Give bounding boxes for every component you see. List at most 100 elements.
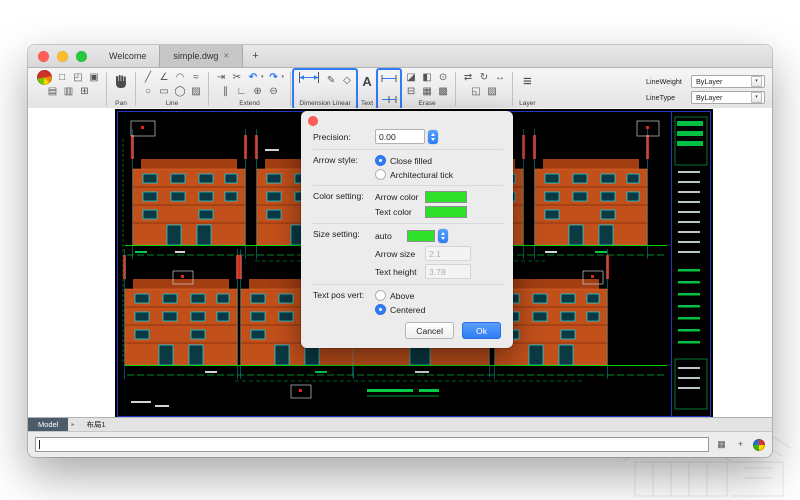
color-setting-label: Color setting: — [313, 191, 375, 201]
lineweight-dropdown[interactable]: ByLayer ▾ — [691, 75, 765, 88]
plot-icon[interactable]: ▥ — [63, 85, 75, 98]
new-file-icon[interactable]: □ — [56, 71, 68, 84]
grid-icon[interactable]: ▦ — [421, 85, 433, 98]
paint-icon[interactable]: ◧ — [421, 71, 433, 84]
tab-drawing[interactable]: simple.dwg ✕ — [159, 45, 243, 67]
match-properties-icon[interactable]: ⊟ — [405, 85, 417, 98]
radio-close-filled[interactable] — [375, 155, 386, 166]
close-window-button[interactable] — [38, 51, 49, 62]
arrow-color-swatch[interactable] — [425, 191, 467, 203]
layer-group: ≡ Layer — [515, 69, 540, 109]
crosshair-add-icon[interactable]: + — [734, 438, 747, 451]
ok-button[interactable]: Ok — [462, 322, 501, 339]
dimension-label: Dimension Linear — [299, 100, 350, 108]
radio-architectural-tick[interactable] — [375, 169, 386, 180]
extend-group: ⇥ ✂ ↶ ▾ ↷ ▾ ∥ ∟ ⊕ ⊖ Extend — [211, 69, 288, 109]
precision-field[interactable]: 0.00 — [375, 129, 425, 144]
line-icon[interactable]: ╱ — [142, 71, 154, 84]
linetype-dropdown-arrow-icon[interactable]: ▾ — [751, 92, 762, 103]
text-icon[interactable]: A — [362, 70, 371, 92]
size-setting-label: Size setting: — [313, 229, 375, 239]
erase-icon[interactable]: ◪ — [405, 71, 417, 84]
arc-icon[interactable]: ◠ — [174, 71, 186, 84]
radio-above[interactable] — [375, 290, 386, 301]
dim-continue-icon[interactable] — [381, 91, 397, 109]
trim-icon[interactable]: ✂ — [231, 71, 243, 84]
pan-icon[interactable] — [113, 70, 129, 92]
zoom-window-button[interactable] — [76, 51, 87, 62]
radio-centered[interactable] — [375, 304, 386, 315]
hatch-icon[interactable]: ▨ — [190, 85, 202, 98]
print-icon[interactable]: ▤ — [47, 85, 59, 98]
dimension-edit-icon[interactable]: ✎ — [325, 74, 337, 87]
lineweight-label: LineWeight — [646, 77, 686, 86]
spline-icon[interactable]: ≈ — [190, 71, 202, 84]
centered-label: Centered — [390, 305, 425, 315]
extend-label: Extend — [239, 100, 260, 108]
architectural-tick-label: Architectural tick — [390, 170, 453, 180]
tab-close-icon[interactable]: ✕ — [223, 52, 229, 60]
save-icon[interactable]: ▣ — [88, 71, 100, 84]
text-group: A Text — [357, 69, 377, 109]
arrow-color-label: Arrow color — [375, 192, 425, 202]
extend-icon[interactable]: ⇥ — [215, 71, 227, 84]
text-height-field[interactable]: 3.78 — [425, 264, 471, 279]
erase-group: ◪ ◧ ⊙ ⊟ ▦ ▩ Erase — [401, 69, 453, 109]
mirror-icon[interactable]: ⇄ — [462, 71, 474, 84]
rectangle-icon[interactable]: ▭ — [158, 85, 170, 98]
size-mode-stepper[interactable] — [438, 229, 448, 243]
print-preview-icon[interactable]: ⊞ — [79, 85, 91, 98]
zoom-out-icon[interactable]: ⊖ — [268, 85, 280, 98]
size-mode-value: auto — [375, 231, 407, 241]
scale-icon[interactable]: ◱ — [470, 85, 482, 98]
pan-group: Pan — [109, 69, 133, 109]
line-style-block: LineWeight ByLayer ▾ LineType ByLayer ▾ — [646, 69, 767, 109]
linetype-dropdown[interactable]: ByLayer ▾ — [691, 91, 765, 104]
modify-group: ⇄ ↻ ↔ ◱ ▧ — [458, 69, 510, 109]
offset-icon[interactable]: ∥ — [220, 85, 232, 98]
minimize-window-button[interactable] — [57, 51, 68, 62]
line-group: ╱ ∠ ◠ ≈ ○ ▭ ◯ ▨ Line — [138, 69, 206, 109]
dimension-style-icon[interactable]: ◇ — [341, 74, 353, 87]
tab-model[interactable]: Model — [28, 418, 68, 431]
dimension-align-group — [377, 69, 401, 109]
app-window: Welcome simple.dwg ✕ + □ ◰ ▣ ▤ ▥ ⊞ — [28, 45, 772, 457]
tab-layout1[interactable]: 布局1 — [77, 418, 114, 431]
cancel-button[interactable]: Cancel — [405, 322, 454, 339]
redo-icon[interactable]: ↷ — [268, 71, 280, 84]
snap-icon[interactable]: ▩ — [437, 85, 449, 98]
array-icon[interactable]: ▧ — [486, 85, 498, 98]
command-input[interactable] — [35, 437, 709, 452]
tab-welcome-label: Welcome — [109, 51, 146, 61]
arrow-size-field[interactable]: 2.1 — [425, 246, 471, 261]
move-icon[interactable]: ↔ — [494, 71, 506, 84]
line-label: Line — [166, 100, 178, 108]
text-color-swatch[interactable] — [425, 206, 467, 218]
layer-label: Layer — [519, 100, 536, 108]
polyline-icon[interactable]: ∠ — [158, 71, 170, 84]
lineweight-dropdown-arrow-icon[interactable]: ▾ — [751, 76, 762, 87]
ellipse-icon[interactable]: ◯ — [174, 85, 186, 98]
precision-stepper[interactable] — [428, 130, 438, 144]
circle-icon[interactable]: ○ — [142, 85, 154, 98]
undo-icon[interactable]: ↶ — [247, 71, 259, 84]
new-tab-button[interactable]: + — [243, 45, 267, 67]
layer-icon[interactable]: ≡ — [523, 70, 532, 92]
redo-dropdown-icon[interactable]: ▾ — [282, 74, 285, 80]
dimension-linear-icon[interactable] — [297, 71, 321, 89]
lineweight-value: ByLayer — [696, 77, 722, 86]
precision-label: Precision: — [313, 132, 375, 142]
size-mode-swatch[interactable] — [407, 230, 435, 242]
open-file-icon[interactable]: ◰ — [72, 71, 84, 84]
pan-label: Pan — [115, 100, 127, 108]
dim-baseline-icon[interactable] — [381, 70, 397, 88]
dialog-close-button[interactable] — [308, 116, 318, 126]
undo-dropdown-icon[interactable]: ▾ — [261, 74, 264, 80]
zoom-in-icon[interactable]: ⊕ — [252, 85, 264, 98]
tab-welcome[interactable]: Welcome — [96, 45, 159, 67]
grid-toggle-icon[interactable]: ▦ — [715, 438, 728, 451]
rotate-icon[interactable]: ↻ — [478, 71, 490, 84]
color-wheel-icon[interactable] — [753, 439, 765, 451]
zoom-extents-icon[interactable]: ⊙ — [437, 71, 449, 84]
corner-icon[interactable]: ∟ — [236, 85, 248, 98]
